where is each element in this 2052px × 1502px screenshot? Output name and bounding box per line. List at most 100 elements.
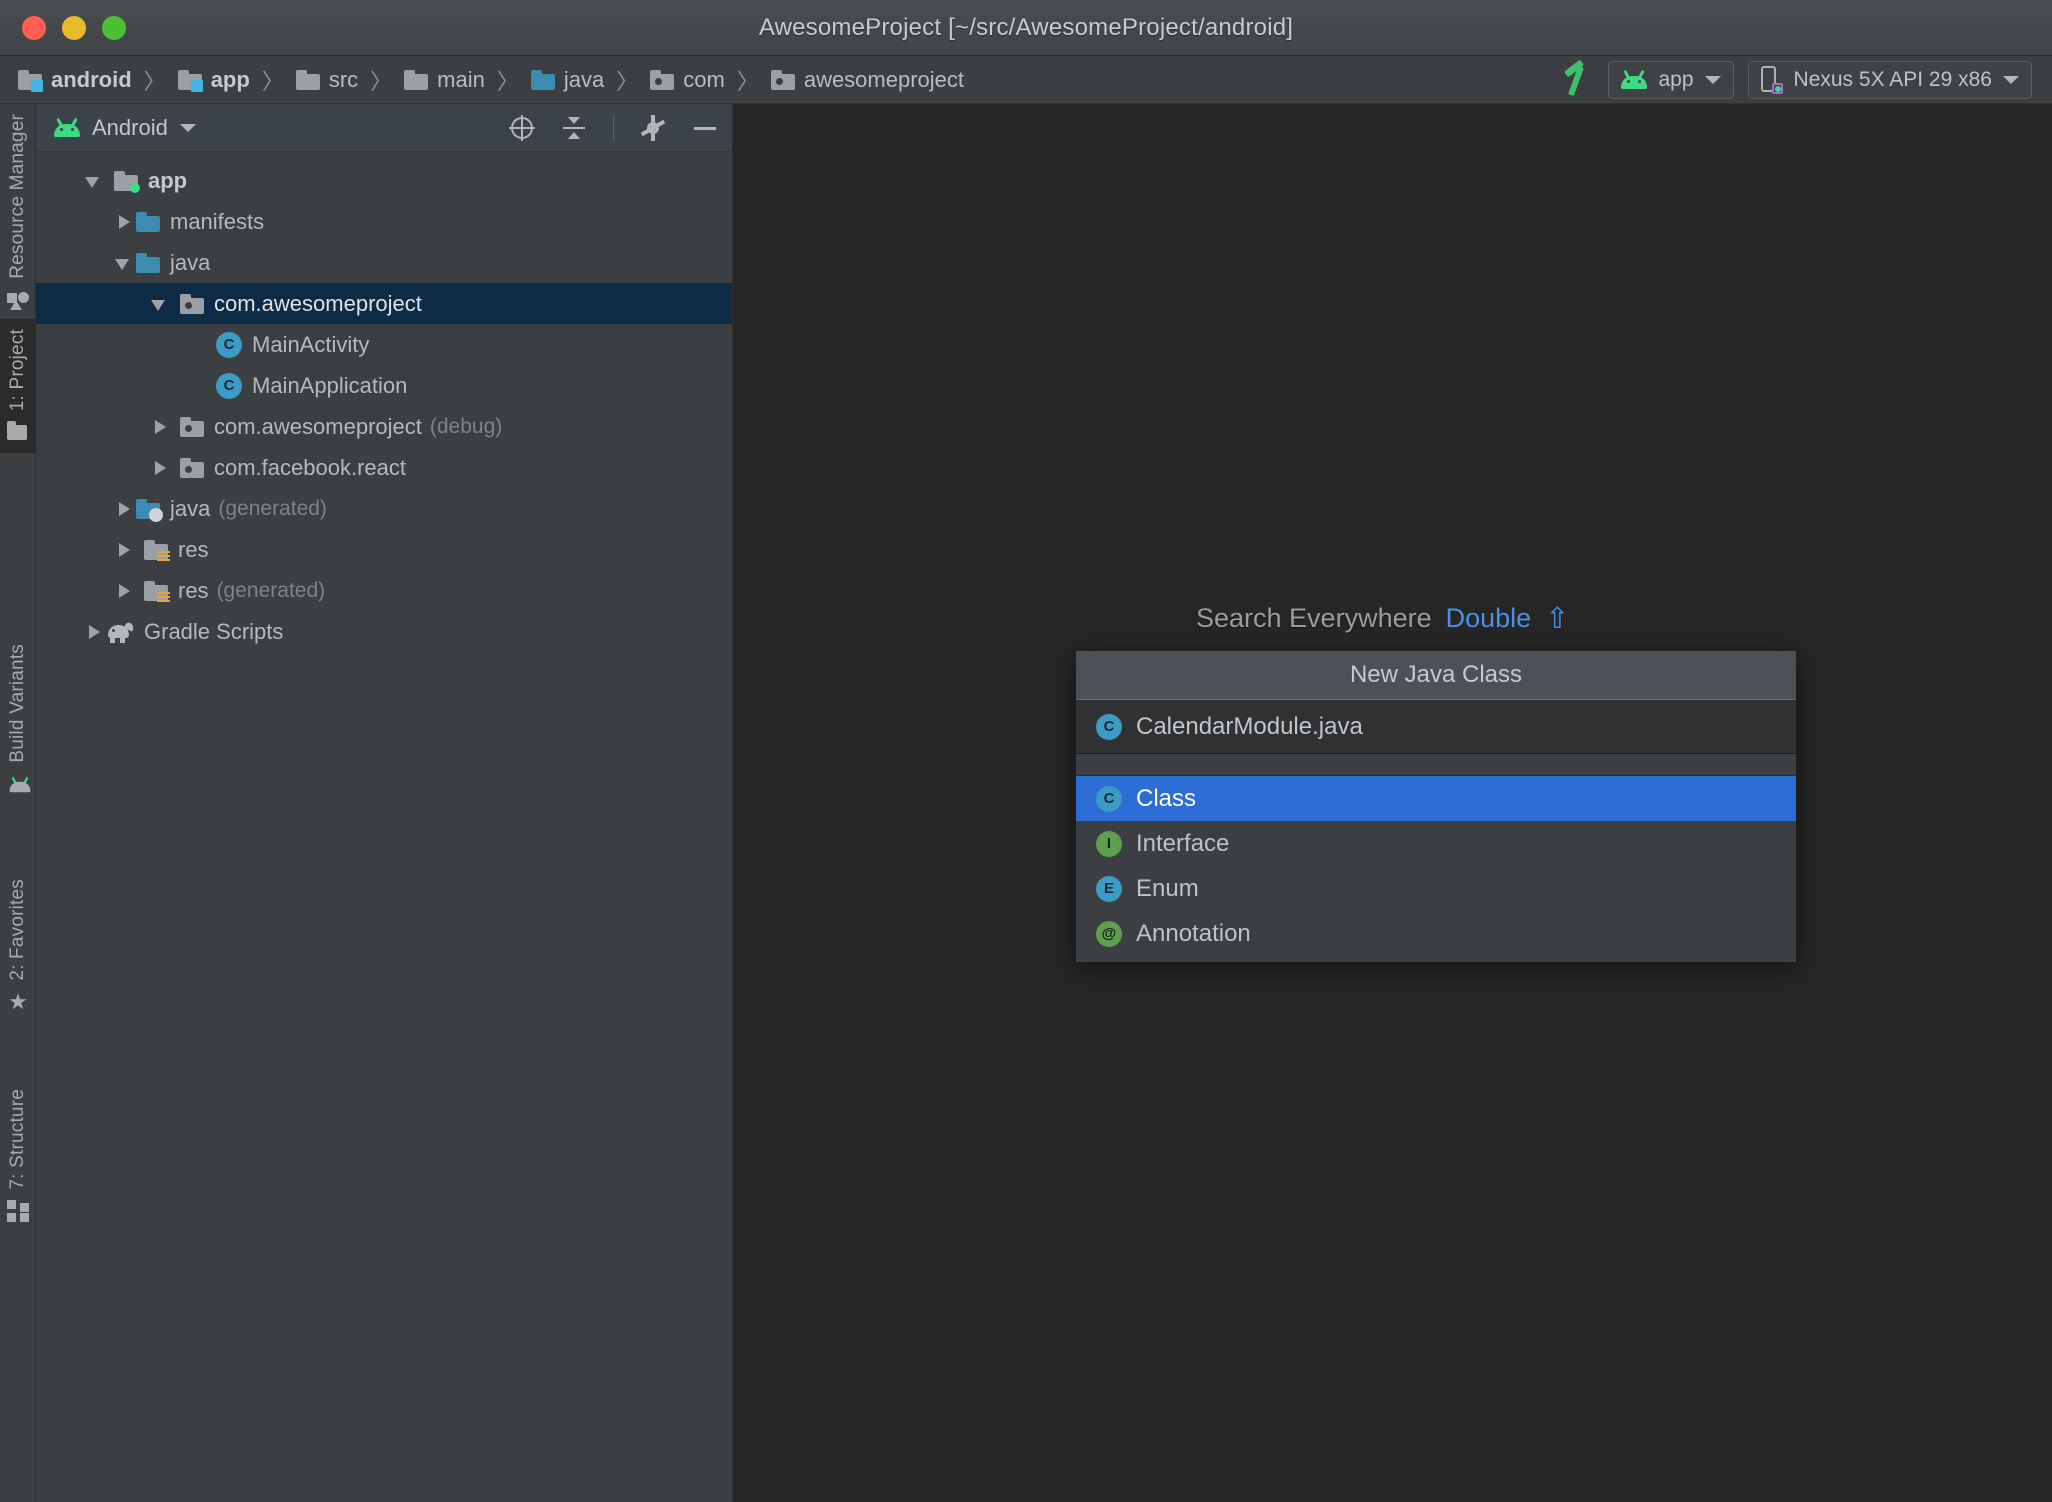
project-tool-window: Android app manifests java com.awesomepr… [36, 104, 733, 1502]
sidebar-item-label: Build Variants [7, 644, 28, 763]
project-panel-header: Android [36, 104, 732, 152]
tree-row-label: res [178, 577, 209, 603]
breadcrumb-label: awesomeproject [803, 66, 965, 92]
main-toolbar: app Nexus 5X API 29 x86 [1558, 60, 2052, 99]
twisty-closed-icon[interactable] [110, 578, 136, 604]
tree-row-java-generated[interactable]: java (generated) [36, 488, 732, 529]
tree-row-res[interactable]: res [36, 529, 732, 570]
folder-icon [295, 69, 320, 90]
twisty-closed-icon[interactable] [146, 455, 172, 481]
breadcrumb-separator: 〉 [143, 68, 166, 94]
tree-row-gradle-scripts[interactable]: Gradle Scripts [36, 611, 732, 652]
generated-java-icon [136, 498, 163, 522]
tree-row-suffix: (debug) [429, 414, 503, 438]
breadcrumb-item-awesomeproject[interactable]: awesomeproject [769, 56, 966, 103]
sidebar-item-label: 7: Structure [7, 1089, 28, 1190]
twisty-closed-icon[interactable] [110, 496, 136, 522]
settings-gear-icon[interactable] [640, 114, 666, 141]
title-bar: AwesomeProject [~/src/AwesomeProject/and… [0, 0, 2052, 56]
hammer-icon[interactable] [1558, 62, 1594, 98]
twisty-closed-icon[interactable] [110, 537, 136, 563]
tree-row-res-generated[interactable]: res (generated) [36, 570, 732, 611]
collapse-all-icon[interactable] [561, 115, 587, 141]
breadcrumb-item-com[interactable]: com [648, 56, 727, 103]
tree-row-manifests[interactable]: manifests [36, 201, 732, 242]
search-everywhere-hint: Search Everywhere Double ⇧ [1196, 601, 1569, 636]
tree-row-app[interactable]: app [36, 160, 732, 201]
breadcrumb-item-java[interactable]: java [529, 56, 606, 103]
project-tree: app manifests java com.awesomeproject C … [36, 152, 732, 1502]
left-tool-window-bar: Resource Manager 1: Project Build Varian… [0, 104, 36, 1502]
breadcrumb-label: app [210, 66, 250, 92]
breadcrumb-item-app[interactable]: app [176, 56, 252, 103]
blocks-icon [7, 1199, 29, 1222]
sidebar-item-structure[interactable]: 7: Structure [0, 1079, 36, 1232]
sidebar-item-build-variants[interactable]: Build Variants [0, 634, 36, 805]
shapes-icon [7, 289, 29, 311]
chevron-down-icon [2003, 75, 2019, 84]
kind-option-class[interactable]: C Class [1076, 776, 1796, 821]
folder-icon [404, 69, 429, 90]
locate-icon[interactable] [509, 114, 535, 141]
twisty-open-icon[interactable] [80, 168, 106, 194]
sidebar-item-resource-manager[interactable]: Resource Manager [0, 104, 36, 321]
tree-row-label: Gradle Scripts [144, 618, 284, 644]
kind-option-enum[interactable]: E Enum [1076, 866, 1796, 911]
enum-icon: E [1096, 875, 1122, 902]
tree-row-label: com.awesomeproject [214, 413, 422, 439]
tree-row-label: MainActivity [252, 331, 370, 357]
android-icon [54, 117, 80, 137]
close-button[interactable] [22, 15, 46, 40]
tree-row-label: com.awesomeproject [214, 290, 422, 316]
twisty-open-icon[interactable] [146, 291, 172, 317]
gradle-icon [106, 620, 136, 643]
breadcrumb-item-android[interactable]: android [16, 56, 134, 103]
chevron-down-icon [1704, 75, 1721, 84]
kind-option-annotation[interactable]: @ Annotation [1076, 911, 1796, 956]
breadcrumb-separator: 〉 [370, 68, 393, 94]
minimize-button[interactable] [62, 15, 86, 40]
java-class-icon: C [1096, 713, 1122, 740]
tree-row-com-awesomeproject-debug[interactable]: com.awesomeproject (debug) [36, 406, 732, 447]
sidebar-item-project[interactable]: 1: Project [0, 319, 36, 454]
device-selector[interactable]: Nexus 5X API 29 x86 [1747, 60, 2032, 99]
tree-row-label: manifests [170, 208, 265, 234]
tree-row-com-awesomeproject[interactable]: com.awesomeproject [36, 283, 732, 324]
window-controls [22, 15, 126, 40]
kind-option-interface[interactable]: I Interface [1076, 821, 1796, 866]
run-configuration-selector[interactable]: app [1608, 60, 1734, 99]
breadcrumb-item-src[interactable]: src [294, 56, 360, 103]
popup-divider [1076, 754, 1796, 776]
kind-list: C Class I Interface E Enum @ Annotation [1076, 776, 1796, 962]
breadcrumb-item-main[interactable]: main [402, 56, 487, 103]
kind-option-label: Class [1136, 784, 1197, 812]
package-folder-icon [180, 457, 204, 478]
tree-row-java[interactable]: java [36, 242, 732, 283]
twisty-closed-icon[interactable] [146, 414, 172, 440]
hide-panel-icon[interactable] [692, 115, 718, 141]
tree-row-mainapplication[interactable]: C MainApplication [36, 365, 732, 406]
tree-row-label: MainApplication [252, 372, 408, 398]
sidebar-item-label: Resource Manager [7, 114, 28, 279]
kind-option-label: Interface [1136, 829, 1230, 857]
kind-option-label: Enum [1136, 874, 1199, 902]
tree-row-com-facebook-react[interactable]: com.facebook.react [36, 447, 732, 488]
twisty-closed-icon[interactable] [80, 619, 106, 645]
folder-icon [7, 421, 29, 443]
package-folder-icon [770, 69, 795, 90]
class-name-input[interactable]: C CalendarModule.java [1076, 700, 1796, 754]
sidebar-item-label: 1: Project [7, 329, 28, 412]
breadcrumb-label: java [563, 66, 605, 92]
tree-row-label: res [178, 536, 209, 562]
res-folder-icon [144, 580, 170, 604]
twisty-closed-icon[interactable] [110, 209, 136, 235]
tree-row-mainactivity[interactable]: C MainActivity [36, 324, 732, 365]
sidebar-item-favorites[interactable]: ★ 2: Favorites [0, 869, 36, 1023]
twisty-open-icon[interactable] [110, 250, 136, 276]
module-folder-icon [177, 69, 203, 92]
popup-header: New Java Class [1076, 651, 1796, 700]
run-config-label: app [1658, 67, 1694, 91]
chevron-down-icon[interactable] [179, 123, 196, 132]
zoom-button[interactable] [102, 15, 126, 40]
package-folder-icon [180, 293, 204, 314]
